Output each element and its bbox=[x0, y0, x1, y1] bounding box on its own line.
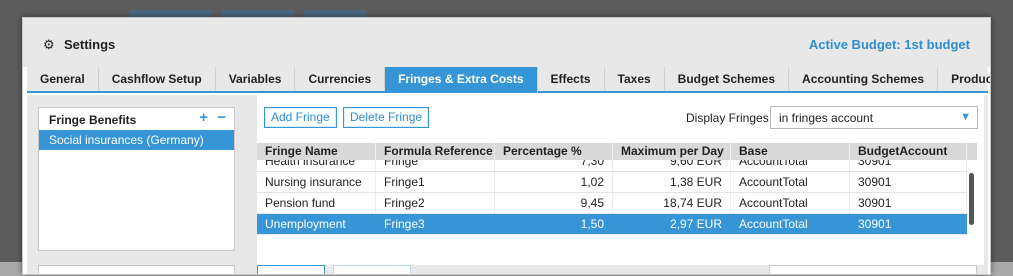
chevron-down-icon[interactable]: ▼ bbox=[960, 111, 971, 123]
tab-producers-tags[interactable]: Producers/Tags bbox=[938, 67, 990, 91]
dialog-header: ⚙ Settings Active Budget: 1st budget bbox=[23, 18, 990, 67]
table-cell: 1,38 EUR bbox=[613, 172, 731, 192]
table-cell: Fringe1 bbox=[376, 172, 495, 192]
table-row[interactable]: Nursing insurance Fringe1 1,02 1,38 EUR Acco… bbox=[257, 172, 967, 193]
gear-icon: ⚙ bbox=[43, 37, 55, 52]
tab-effects[interactable]: Effects bbox=[538, 67, 605, 91]
tab-general[interactable]: General bbox=[27, 67, 99, 91]
add-icon[interactable]: + bbox=[199, 109, 208, 126]
table-cell: Nursing insurance bbox=[257, 172, 376, 192]
table-cell: 2,97 EUR bbox=[613, 214, 731, 234]
fringes-grid-panel: Add Fringe Delete Fringe Display Fringes… bbox=[257, 95, 984, 265]
table-row[interactable]: Unemployment Fringe3 1,50 2,97 EUR AccountTo… bbox=[257, 214, 967, 235]
column-header[interactable]: Fringe Name bbox=[257, 143, 376, 160]
settings-tabs: General Cashflow Setup Variables Currencies… bbox=[27, 67, 990, 93]
bottom-select[interactable] bbox=[769, 265, 977, 274]
table-cell: 30901 bbox=[850, 172, 967, 192]
column-header[interactable]: Base bbox=[731, 143, 850, 160]
settings-dialog: ⚙ Settings Active Budget: 1st budget Gen… bbox=[22, 17, 991, 275]
table-cell: 30901 bbox=[850, 193, 967, 213]
fringe-benefits-panel: Fringe Benefits + − Social insurances (G… bbox=[38, 107, 235, 251]
table-cell: 1,02 bbox=[495, 172, 613, 192]
table-cell: 1,50 bbox=[495, 214, 613, 234]
fringes-grid: Health insurance Fringe 7,30 9,60 EUR Accoun… bbox=[257, 143, 977, 260]
tab-budget-schemes[interactable]: Budget Schemes bbox=[665, 67, 790, 91]
grid-body: Health insurance Fringe 7,30 9,60 EUR Accoun… bbox=[257, 151, 967, 235]
grid-scrollbar[interactable] bbox=[967, 160, 977, 260]
tab-currencies[interactable]: Currencies bbox=[295, 67, 386, 91]
display-fringes-label: Display Fringes bbox=[686, 111, 769, 125]
table-cell: Pension fund bbox=[257, 193, 376, 213]
table-cell: 18,74 EUR bbox=[613, 193, 731, 213]
table-cell: Fringe3 bbox=[376, 214, 495, 234]
tab-fringes-extra-costs[interactable]: Fringes & Extra Costs bbox=[385, 67, 538, 93]
bottom-button-1[interactable] bbox=[257, 265, 325, 274]
fringe-benefit-item[interactable]: Social insurances (Germany) bbox=[39, 130, 234, 150]
display-fringes-value: in fringes account bbox=[779, 111, 874, 125]
grid-header: Fringe Name Formula Reference Percentage %… bbox=[257, 143, 977, 160]
tab-taxes[interactable]: Taxes bbox=[605, 67, 665, 91]
column-header[interactable]: Maximum per Day bbox=[613, 143, 731, 160]
tab-cashflow-setup[interactable]: Cashflow Setup bbox=[99, 67, 216, 91]
table-cell: 30901 bbox=[850, 214, 967, 234]
column-header[interactable]: BudgetAccount bbox=[850, 143, 967, 160]
dialog-title: Settings bbox=[64, 37, 116, 52]
active-budget-label[interactable]: Active Budget: 1st budget bbox=[809, 37, 970, 52]
display-fringes-select[interactable]: in fringes account ▼ bbox=[770, 106, 978, 129]
table-cell: Unemployment bbox=[257, 214, 376, 234]
add-fringe-button[interactable]: Add Fringe bbox=[264, 107, 337, 128]
tab-variables[interactable]: Variables bbox=[216, 67, 296, 91]
table-row[interactable]: Pension fund Fringe2 9,45 18,74 EUR AccountT… bbox=[257, 193, 967, 214]
column-header[interactable]: Formula Reference bbox=[376, 143, 495, 160]
column-header[interactable]: Percentage % bbox=[495, 143, 613, 160]
table-cell: 9,45 bbox=[495, 193, 613, 213]
remove-icon[interactable]: − bbox=[217, 109, 226, 126]
scrollbar-thumb[interactable] bbox=[969, 173, 974, 225]
table-cell: Fringe2 bbox=[376, 193, 495, 213]
secondary-panel bbox=[38, 265, 235, 274]
fringes-content: Fringe Benefits + − Social insurances (G… bbox=[27, 95, 988, 274]
tab-accounting-schemes[interactable]: Accounting Schemes bbox=[789, 67, 939, 91]
bottom-toolbar bbox=[257, 265, 984, 274]
bottom-button-2[interactable] bbox=[333, 265, 411, 274]
table-cell: AccountTotal bbox=[731, 193, 850, 213]
fringe-benefits-header: Fringe Benefits + − bbox=[39, 108, 234, 130]
delete-fringe-button[interactable]: Delete Fringe bbox=[343, 107, 430, 128]
table-cell: AccountTotal bbox=[731, 172, 850, 192]
fringe-benefits-title: Fringe Benefits bbox=[49, 113, 137, 127]
table-cell: AccountTotal bbox=[731, 214, 850, 234]
